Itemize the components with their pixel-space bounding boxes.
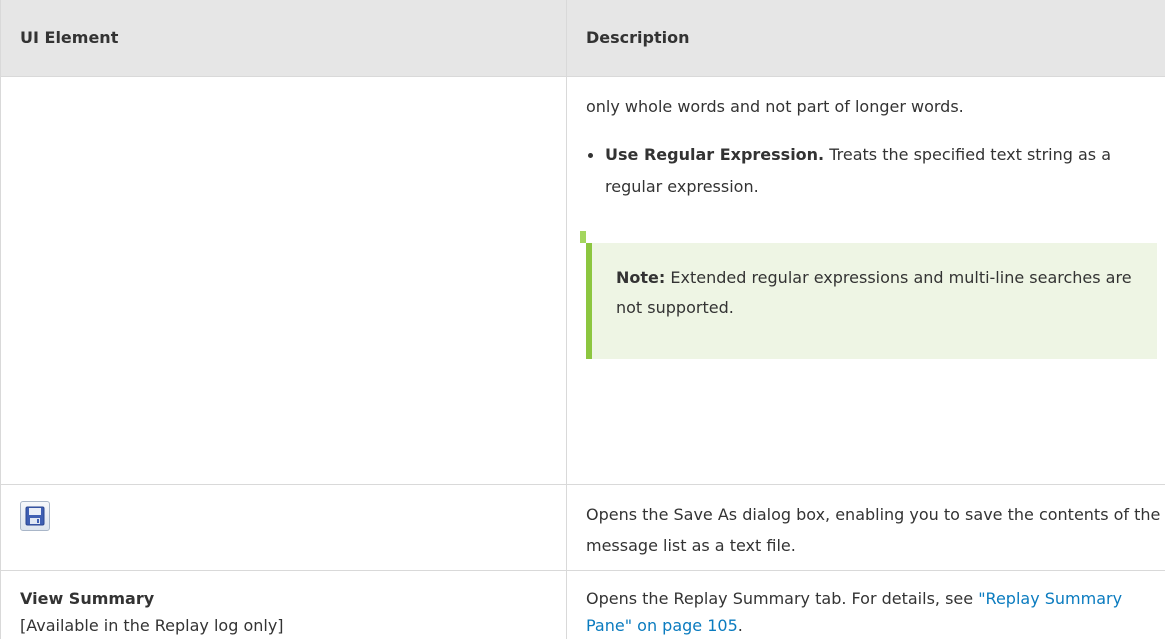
availability-note: [Available in the Replay log only]	[20, 612, 566, 639]
description-suffix: .	[738, 616, 743, 635]
table-header-row: UI Element Description	[1, 0, 1165, 76]
table-row: Opens the Save As dialog box, enabling y…	[1, 484, 1165, 570]
description-cell: Opens the Replay Summary tab. For detail…	[567, 570, 1165, 639]
description-text: Opens the Replay Summary tab. For detail…	[586, 589, 978, 608]
table-row: View Summary [Available in the Replay lo…	[1, 570, 1165, 639]
floppy-disk-icon	[25, 506, 45, 526]
table-row: only whole words and not part of longer …	[1, 76, 1165, 484]
note-flag-icon	[580, 231, 586, 243]
ui-elements-table: UI Element Description only whole words …	[0, 0, 1165, 639]
ui-element-cell	[1, 484, 567, 570]
note-text: Extended regular expressions and multi-l…	[616, 268, 1132, 317]
continuation-text: only whole words and not part of longer …	[586, 77, 1165, 123]
option-term: Use Regular Expression.	[605, 145, 824, 164]
ui-element-cell: View Summary [Available in the Replay lo…	[1, 570, 567, 639]
header-description: Description	[567, 0, 1165, 76]
list-item: Use Regular Expression. Treats the speci…	[586, 139, 1165, 203]
description-cell: only whole words and not part of longer …	[567, 76, 1165, 484]
header-ui-element: UI Element	[1, 0, 567, 76]
option-list: Use Regular Expression. Treats the speci…	[586, 139, 1165, 203]
ui-element-cell	[1, 76, 567, 484]
note-label: Note:	[616, 268, 665, 287]
description-cell: Opens the Save As dialog box, enabling y…	[567, 484, 1165, 570]
note-callout: Note: Extended regular expressions and m…	[586, 243, 1157, 359]
save-icon	[20, 501, 50, 531]
bullet-icon	[588, 153, 593, 158]
view-summary-title: View Summary	[20, 585, 566, 612]
